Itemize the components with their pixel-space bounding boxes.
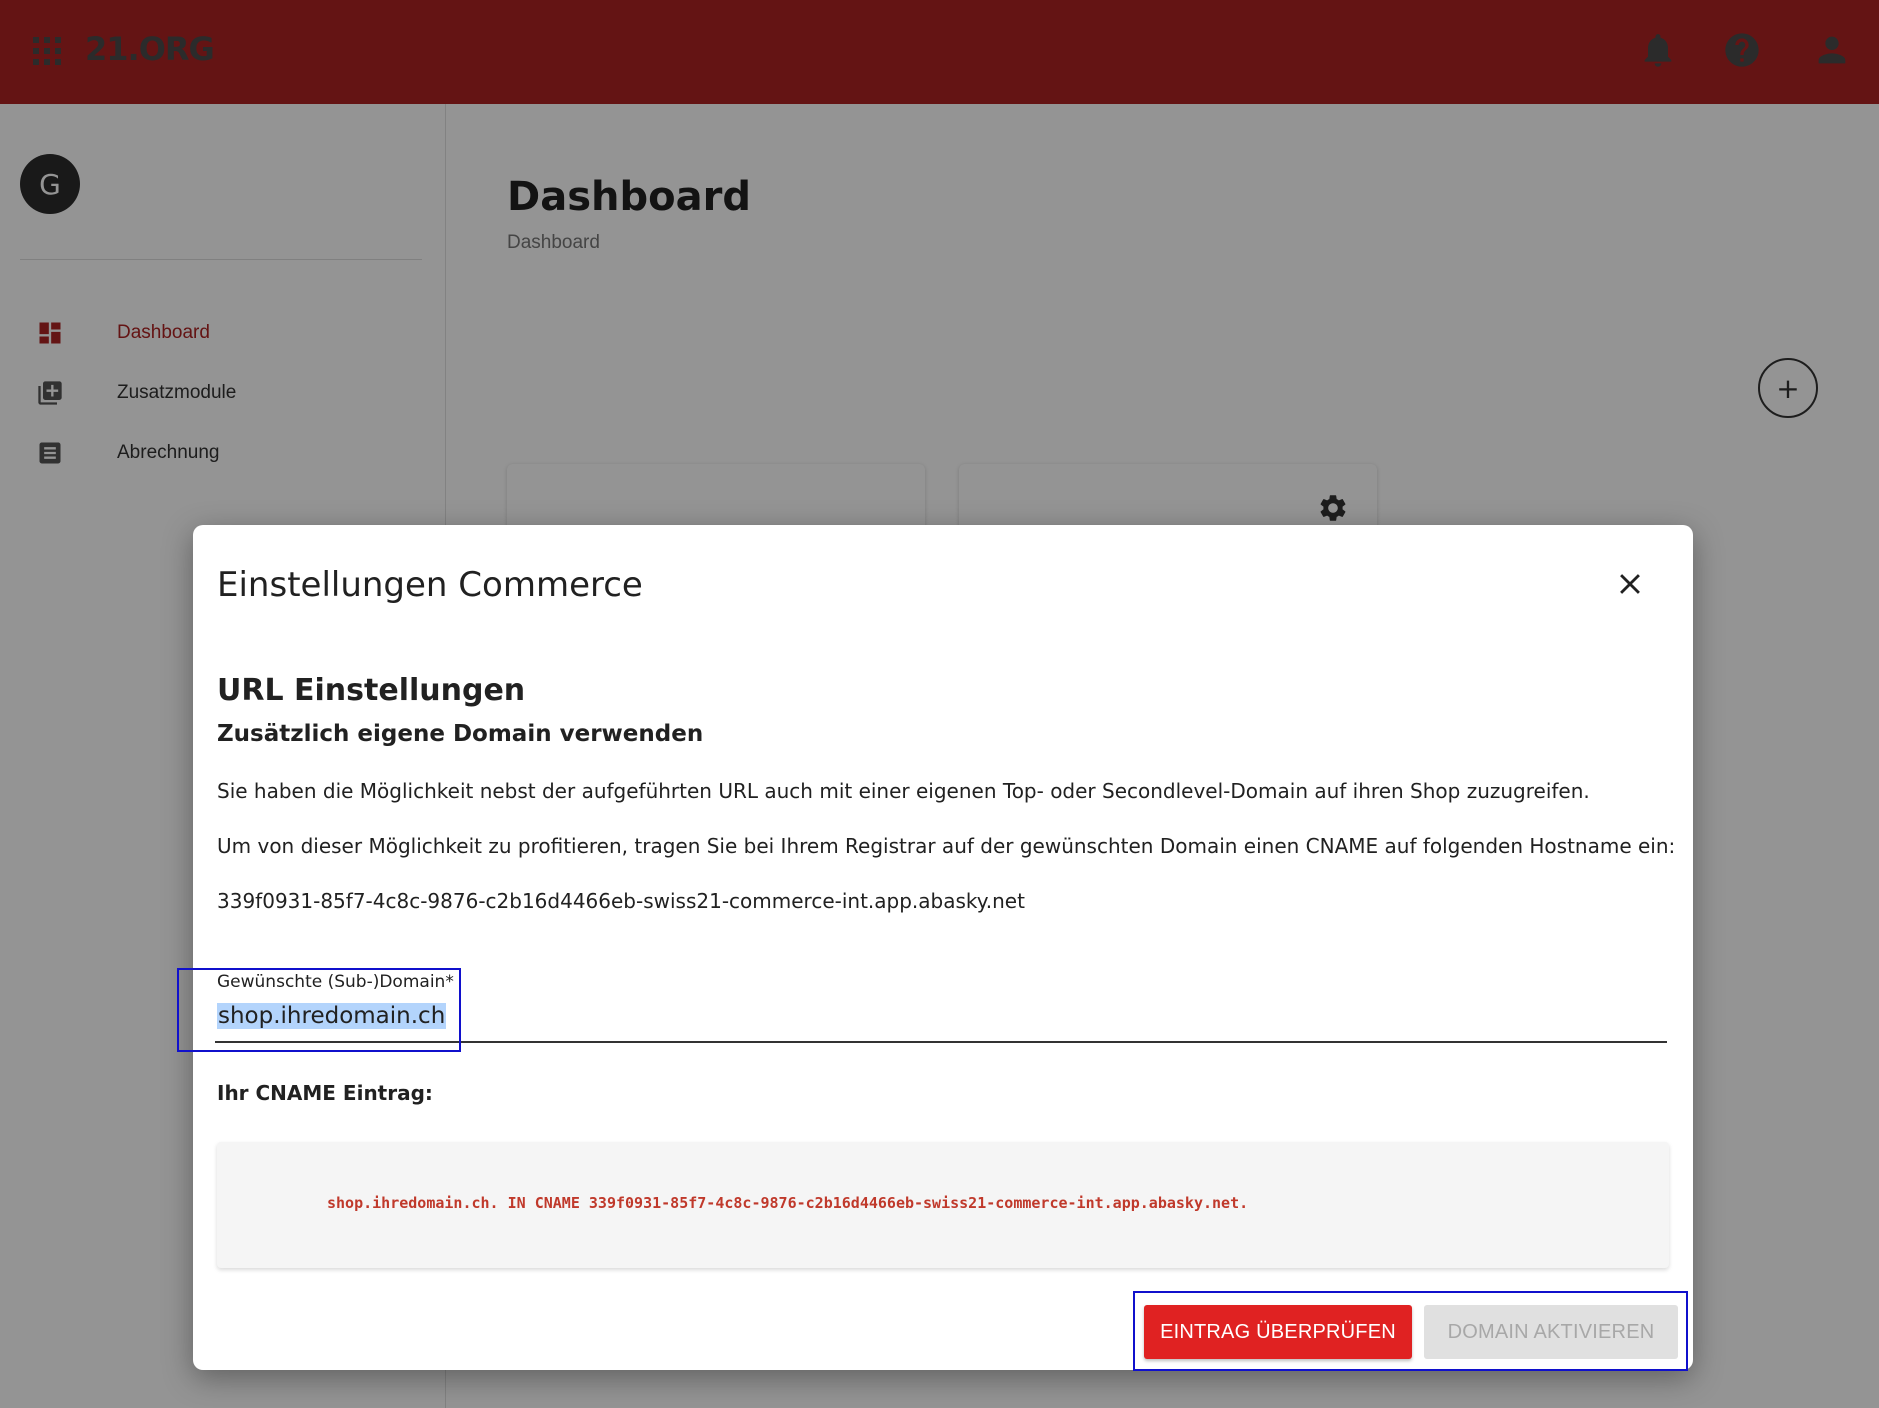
cname-label: Ihr CNAME Eintrag: (217, 1081, 433, 1105)
info-paragraph: Um von dieser Möglichkeit zu profitieren… (217, 834, 1676, 858)
check-entry-button[interactable]: EINTRAG ÜBERPRÜFEN (1144, 1305, 1412, 1359)
section-subtitle: Zusätzlich eigene Domain verwenden (217, 721, 704, 747)
cname-code-box: shop.ihredomain.ch. IN CNAME 339f0931-85… (217, 1142, 1669, 1268)
domain-field-label: Gewünschte (Sub-)Domain* (217, 972, 454, 992)
cname-entry: shop.ihredomain.ch. IN CNAME 339f0931-85… (327, 1194, 1249, 1212)
section-title: URL Einstellungen (217, 673, 526, 708)
domain-input[interactable] (215, 999, 1667, 1043)
target-hostname: 339f0931-85f7-4c8c-9876-c2b16d4466eb-swi… (217, 889, 1025, 913)
settings-dialog: Einstellungen Commerce URL Einstellungen… (177, 525, 1693, 1371)
close-icon[interactable] (1613, 567, 1647, 601)
activate-domain-button: DOMAIN AKTIVIEREN (1424, 1305, 1678, 1359)
dialog-title: Einstellungen Commerce (217, 565, 643, 605)
info-paragraph: Sie haben die Möglichkeit nebst der aufg… (217, 779, 1590, 803)
